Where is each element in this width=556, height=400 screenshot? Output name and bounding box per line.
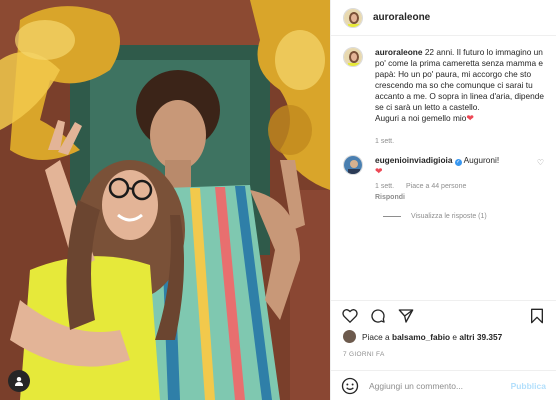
user-tag-button[interactable] <box>8 370 30 392</box>
post-actions-bar <box>331 300 556 330</box>
replies-divider-line <box>383 216 401 217</box>
post-date[interactable]: 7 GIORNI FA <box>343 351 385 358</box>
share-button[interactable] <box>397 307 415 325</box>
view-replies-button[interactable]: Visualizza le risposte (1) <box>383 213 544 220</box>
reply-button[interactable]: Rispondi <box>375 192 525 203</box>
likes-others[interactable]: altri 39.357 <box>459 332 502 342</box>
caption-time[interactable]: 1 sett. <box>375 138 544 145</box>
caption-text: auroraleone 22 anni. Il futuro lo immagi… <box>375 47 544 124</box>
likes-connector: e <box>452 331 458 342</box>
commenter-avatar[interactable] <box>343 155 363 175</box>
comment-username[interactable]: eugenioinviadigioia <box>375 155 452 165</box>
share-icon <box>398 308 414 323</box>
verified-icon: ✓ <box>454 159 462 166</box>
add-comment-bar: Pubblica <box>331 370 556 400</box>
save-icon <box>531 308 543 323</box>
comment-input[interactable] <box>369 380 511 391</box>
red-heart-emoji-icon: ❤ <box>375 166 383 176</box>
publish-button[interactable]: Pubblica <box>511 381 546 391</box>
comment-body: eugenioinviadigioia ✓ Auguroni! ❤ 1 sett… <box>375 155 525 203</box>
caption-line2: Auguri a noi gemello mio <box>375 113 467 123</box>
caption-avatar[interactable] <box>343 47 363 67</box>
save-button[interactable] <box>528 307 546 325</box>
post-header: auroraleone <box>331 0 556 36</box>
comment-icon <box>371 308 385 323</box>
red-heart-emoji-icon: ❤ <box>466 113 474 123</box>
comment-likes[interactable]: Piace a 44 persone <box>406 183 466 190</box>
caption-username[interactable]: auroraleone <box>375 47 423 57</box>
likes-prefix: Piace a <box>362 331 390 342</box>
like-button[interactable] <box>341 307 359 325</box>
author-username[interactable]: auroraleone <box>373 12 430 23</box>
comment-button[interactable] <box>369 307 387 325</box>
liker-avatar[interactable] <box>343 330 356 343</box>
comments-list[interactable]: auroraleone 22 anni. Il futuro lo immagi… <box>331 47 556 297</box>
comment-like-heart-icon[interactable]: ♡ <box>537 158 544 167</box>
comment-item: eugenioinviadigioia ✓ Auguroni! ❤ 1 sett… <box>343 155 544 203</box>
emoji-icon[interactable] <box>341 377 359 395</box>
heart-icon <box>342 309 358 323</box>
comment-time[interactable]: 1 sett. <box>375 183 394 190</box>
author-avatar[interactable] <box>343 7 363 28</box>
liker-username[interactable]: balsamo_fabio <box>392 332 450 342</box>
comment-text: Auguroni! <box>463 155 500 165</box>
comment-meta: 1 sett. Piace a 44 persone <box>375 181 525 192</box>
view-replies-label: Visualizza le risposte (1) <box>411 213 487 220</box>
photo-image <box>0 0 330 400</box>
post-side-panel: auroraleone auroraleone 22 anni. Il futu… <box>330 0 556 400</box>
likes-summary: Piace a balsamo_fabio e altri 39.357 <box>343 330 546 343</box>
caption: auroraleone 22 anni. Il futuro lo immagi… <box>343 47 544 124</box>
post-photo[interactable] <box>0 0 330 400</box>
user-tag-icon <box>15 377 23 386</box>
